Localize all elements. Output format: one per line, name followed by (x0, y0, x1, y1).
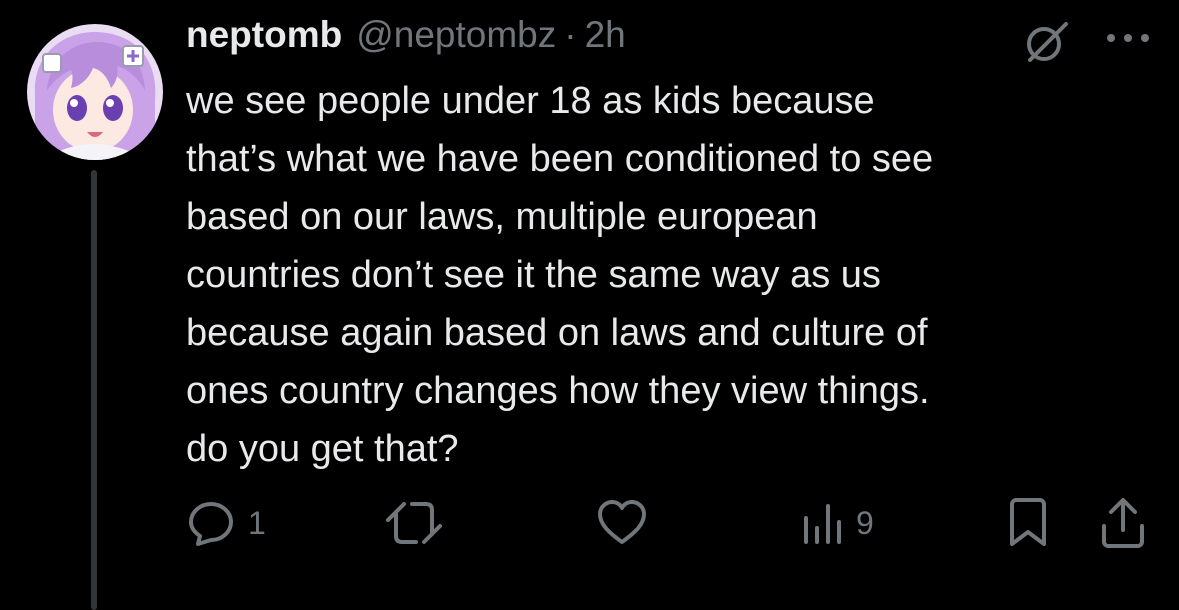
post-text-line: because again based on laws and culture … (186, 312, 928, 354)
post-text-line: based on our laws, multiple european (186, 196, 818, 238)
repost-icon (386, 502, 442, 544)
thread-line (91, 170, 97, 610)
grok-icon[interactable] (1022, 18, 1070, 66)
post-text-line: ones country changes how they view thing… (186, 370, 930, 412)
anime-girl-avatar-icon (27, 24, 163, 160)
like-button[interactable] (596, 498, 660, 548)
views-button[interactable]: 9 (802, 498, 874, 548)
more-icon[interactable] (1104, 31, 1152, 45)
post-header: neptomb @neptombz · 2h (186, 14, 626, 66)
share-icon (1102, 498, 1144, 548)
reply-icon (189, 502, 233, 546)
post-text-line: countries don’t see it the same way as u… (186, 254, 881, 296)
views-icon (804, 504, 841, 544)
separator-dot: · (564, 14, 577, 55)
bookmark-icon (1010, 498, 1046, 546)
heart-icon (598, 500, 646, 544)
post-text-line: that’s what we have been conditioned to … (186, 138, 934, 180)
user-handle[interactable]: @neptombz (356, 14, 556, 56)
post-timestamp[interactable]: 2h (585, 14, 626, 56)
post-text-line: we see people under 18 as kids because (186, 80, 875, 122)
bookmark-button[interactable] (1008, 498, 1048, 548)
reply-button[interactable]: 1 (186, 498, 266, 548)
post-text-line: do you get that? (186, 428, 459, 470)
post-text: we see people under 18 as kids because t… (186, 72, 1146, 478)
reply-count: 1 (248, 504, 266, 541)
avatar[interactable] (27, 24, 163, 160)
share-button[interactable] (1100, 498, 1146, 548)
post[interactable]: neptomb @neptombz · 2h we see people und… (0, 0, 1179, 610)
views-count: 9 (856, 504, 874, 541)
display-name[interactable]: neptomb (186, 14, 342, 56)
repost-button[interactable] (386, 498, 454, 548)
